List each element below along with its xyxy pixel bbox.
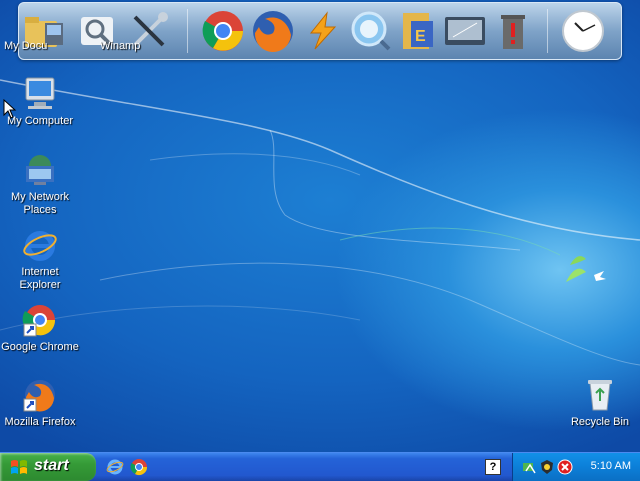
taskbar: start ? 5:10 AM xyxy=(0,452,640,481)
desktop-icon-label: Internet Explorer xyxy=(19,266,61,291)
desktop-icon-recycle-bin[interactable]: Recycle Bin xyxy=(560,377,640,429)
quicklaunch-chrome-icon[interactable] xyxy=(130,458,148,476)
start-button[interactable]: start xyxy=(0,453,96,481)
chrome-icon[interactable] xyxy=(201,9,245,53)
leaf-decoration xyxy=(566,256,586,282)
desktop-icon-label: Google Chrome xyxy=(1,341,79,353)
desktop-icon-label: My Network Places xyxy=(10,191,70,216)
desktop-icon-label: Recycle Bin xyxy=(570,416,630,428)
svg-text:E: E xyxy=(415,28,426,45)
desktop-icon-my-network-places[interactable]: My Network Places xyxy=(0,152,80,217)
start-label: start xyxy=(34,457,69,474)
alert-tray-icon[interactable] xyxy=(557,459,573,475)
system-tray: 5:10 AM xyxy=(512,453,640,481)
dock-label-my-documents: My Docu xyxy=(4,40,48,52)
trash-icon[interactable] xyxy=(491,9,535,53)
ie-icon xyxy=(22,227,58,263)
dock-label-winamp: Winamp xyxy=(100,40,141,52)
security-tray-icon[interactable] xyxy=(539,459,555,475)
mouse-cursor-icon xyxy=(3,99,17,119)
firefox-icon xyxy=(22,377,58,413)
recycle-bin-icon xyxy=(582,377,618,413)
file-icon[interactable]: E xyxy=(397,9,441,53)
desktop-icon-google-chrome[interactable]: Google Chrome xyxy=(0,302,80,354)
search-globe-icon[interactable] xyxy=(349,9,393,53)
clock-icon[interactable] xyxy=(561,9,605,53)
network-tray-icon[interactable] xyxy=(521,459,537,475)
help-button[interactable]: ? xyxy=(485,459,501,475)
quicklaunch-ie-icon[interactable] xyxy=(106,458,124,476)
wallpaper-swirls xyxy=(0,79,640,366)
computer-icon xyxy=(22,76,58,112)
windows-logo-icon xyxy=(11,460,27,474)
desktop[interactable]: E My Docu Winamp My Computer My Network … xyxy=(0,0,640,452)
monitor-icon[interactable] xyxy=(443,9,487,53)
network-icon xyxy=(22,152,58,188)
chrome-icon xyxy=(22,302,58,338)
lightning-icon[interactable] xyxy=(301,9,345,53)
bird-icon xyxy=(594,271,606,281)
firefox-icon[interactable] xyxy=(251,9,295,53)
clock[interactable]: 5:10 AM xyxy=(591,460,631,472)
desktop-icon-mozilla-firefox[interactable]: Mozilla Firefox xyxy=(0,377,80,429)
desktop-icon-internet-explorer[interactable]: Internet Explorer xyxy=(0,227,80,292)
desktop-icon-label: Mozilla Firefox xyxy=(4,416,76,428)
